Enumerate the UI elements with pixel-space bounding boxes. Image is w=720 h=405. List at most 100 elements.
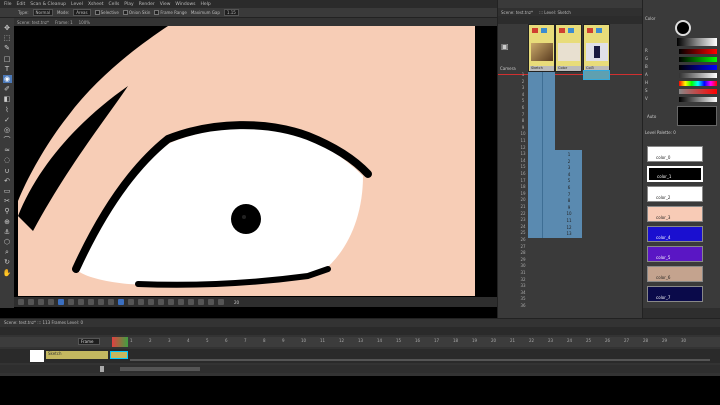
style-swatch-color-2[interactable]: color_2	[647, 186, 703, 202]
camstand-toggle-icon[interactable]	[541, 28, 547, 33]
last-frame-icon[interactable]	[138, 299, 144, 305]
onion-skin-checkbox[interactable]: Onion Skin	[122, 10, 150, 16]
preview-toggle-icon[interactable]	[532, 28, 538, 33]
preview-icon[interactable]	[48, 299, 54, 305]
pump-tool-icon[interactable]: ◌	[3, 156, 12, 164]
rgb-picker-icon[interactable]: ◎	[3, 126, 12, 134]
camera-view-icon[interactable]	[18, 299, 24, 305]
loop-icon[interactable]	[148, 299, 154, 305]
style-swatch-color-5[interactable]: color_5	[647, 246, 703, 262]
type-select[interactable]: Normal	[32, 9, 54, 16]
red-channel-icon[interactable]	[158, 299, 164, 305]
menu-windows[interactable]: Windows	[175, 2, 195, 7]
tracker-tool-icon[interactable]: ⊕	[3, 218, 12, 226]
column-header-3[interactable]: Col3	[583, 24, 610, 72]
menu-help[interactable]: Help	[201, 2, 211, 7]
xsheet-cell[interactable]: 8	[565, 198, 573, 203]
rotate-tool-icon[interactable]: ↻	[3, 258, 12, 266]
prev-frame-icon[interactable]	[108, 299, 114, 305]
xsheet-cell[interactable]: 6	[565, 185, 573, 190]
white-bg-icon[interactable]	[68, 299, 74, 305]
menu-view[interactable]: View	[160, 2, 171, 7]
menu-file[interactable]: File	[4, 2, 12, 7]
menu-edit[interactable]: Edit	[17, 2, 26, 7]
next-frame-icon[interactable]	[128, 299, 134, 305]
onion-skin-marker[interactable]	[112, 337, 128, 347]
layer-name[interactable]: Sketch	[46, 351, 108, 359]
bender-tool-icon[interactable]: ↶	[3, 177, 12, 185]
pinch-tool-icon[interactable]: ≈	[3, 146, 12, 154]
timeline-scrollbar[interactable]	[0, 365, 720, 373]
menu-cells[interactable]: Cells	[109, 2, 120, 7]
hue-channel-slider[interactable]	[679, 81, 717, 86]
style-swatch-color-3[interactable]: color_3	[647, 206, 703, 222]
preview-toggle-icon[interactable]	[559, 28, 565, 33]
style-swatch-color-4[interactable]: color_4	[647, 226, 703, 242]
xsheet-cell[interactable]: 12	[565, 225, 573, 230]
selected-timeline-cell[interactable]	[110, 351, 128, 359]
viewer-canvas[interactable]	[18, 26, 495, 296]
alpha-slider[interactable]	[679, 73, 717, 78]
hand-tool-icon[interactable]: ✋	[3, 269, 12, 277]
red-slider[interactable]	[679, 49, 717, 54]
mode-select[interactable]: Areas	[73, 9, 91, 16]
hook-tool-icon[interactable]: ⚓	[3, 228, 12, 236]
selection-tool-icon[interactable]: ⬚	[3, 34, 12, 42]
geometric-tool-icon[interactable]: □	[3, 55, 12, 63]
xsheet-cell[interactable]: 4	[565, 172, 573, 177]
xsheet-cell[interactable]: 3	[565, 165, 573, 170]
xsheet-cell[interactable]: 2	[565, 159, 573, 164]
style-picker-icon[interactable]: ✓	[3, 116, 12, 124]
xsheet-cell[interactable]: 10	[565, 211, 573, 216]
selective-checkbox[interactable]: Selective	[94, 10, 119, 16]
tape-tool-icon[interactable]: ⌇	[3, 106, 12, 114]
animate-tool-icon[interactable]: ✥	[3, 24, 12, 32]
menu-scan-cleanup[interactable]: Scan & Cleanup	[30, 2, 66, 7]
green-channel-icon[interactable]	[168, 299, 174, 305]
camera-column-icon[interactable]: ▣	[501, 42, 509, 51]
style-swatch-color-1[interactable]: color_1	[647, 166, 703, 182]
type-tool-icon[interactable]: T	[3, 65, 12, 73]
play-icon[interactable]	[118, 299, 124, 305]
cutter-tool-icon[interactable]: ✂	[3, 197, 12, 205]
style-swatch-color-0[interactable]: color_0	[647, 146, 703, 162]
sub-camera-icon[interactable]	[58, 299, 64, 305]
checker-bg-icon[interactable]	[88, 299, 94, 305]
xsheet-cell[interactable]: 1	[565, 152, 573, 157]
color-wheel-icon[interactable]	[675, 20, 691, 36]
xsheet-cell[interactable]: 5	[565, 178, 573, 183]
plastic-tool-icon[interactable]: ⬡	[3, 238, 12, 246]
iron-tool-icon[interactable]: ▭	[3, 187, 12, 195]
magnet-tool-icon[interactable]: ∪	[3, 167, 12, 175]
column-header-1[interactable]: Sketch	[528, 24, 555, 72]
menu-level[interactable]: Level	[71, 2, 83, 7]
brush-tool-icon[interactable]: ✎	[3, 44, 12, 52]
auto-apply-label[interactable]: Auto	[647, 114, 656, 119]
xsheet-cell[interactable]: 13	[565, 231, 573, 236]
alpha-channel-icon[interactable]	[188, 299, 194, 305]
blue-slider[interactable]	[679, 65, 717, 70]
style-swatch-color-7[interactable]: color_7	[647, 286, 703, 302]
menu-render[interactable]: Render	[139, 2, 155, 7]
style-swatch-color-6[interactable]: color_6	[647, 266, 703, 282]
first-frame-icon[interactable]	[98, 299, 104, 305]
zoom-slider-handle[interactable]	[100, 366, 104, 372]
camstand-toggle-icon[interactable]	[568, 28, 574, 33]
blue-channel-icon[interactable]	[178, 299, 184, 305]
frame-display-select[interactable]: Frame	[78, 338, 100, 345]
green-slider[interactable]	[679, 57, 717, 62]
paint-brush-tool-icon[interactable]: ✐	[3, 85, 12, 93]
black-bg-icon[interactable]	[78, 299, 84, 305]
max-gap-field[interactable]: 1.15	[223, 9, 239, 16]
skeleton-tool-icon[interactable]: ⚲	[3, 207, 12, 215]
camstand-toggle-icon[interactable]	[596, 28, 602, 33]
zoom-tool-icon[interactable]: ⌕	[3, 248, 12, 256]
eraser-tool-icon[interactable]: ◧	[3, 95, 12, 103]
xsheet-cell[interactable]: 7	[565, 192, 573, 197]
menu-xsheet[interactable]: Xsheet	[88, 2, 104, 7]
column-header-2[interactable]: Color	[555, 24, 582, 72]
menu-play[interactable]: Play	[124, 2, 133, 7]
frame-range-checkbox[interactable]: Frame Range	[154, 10, 187, 16]
timeline-scroll-thumb[interactable]	[120, 367, 200, 371]
zoom-in-icon[interactable]	[198, 299, 204, 305]
